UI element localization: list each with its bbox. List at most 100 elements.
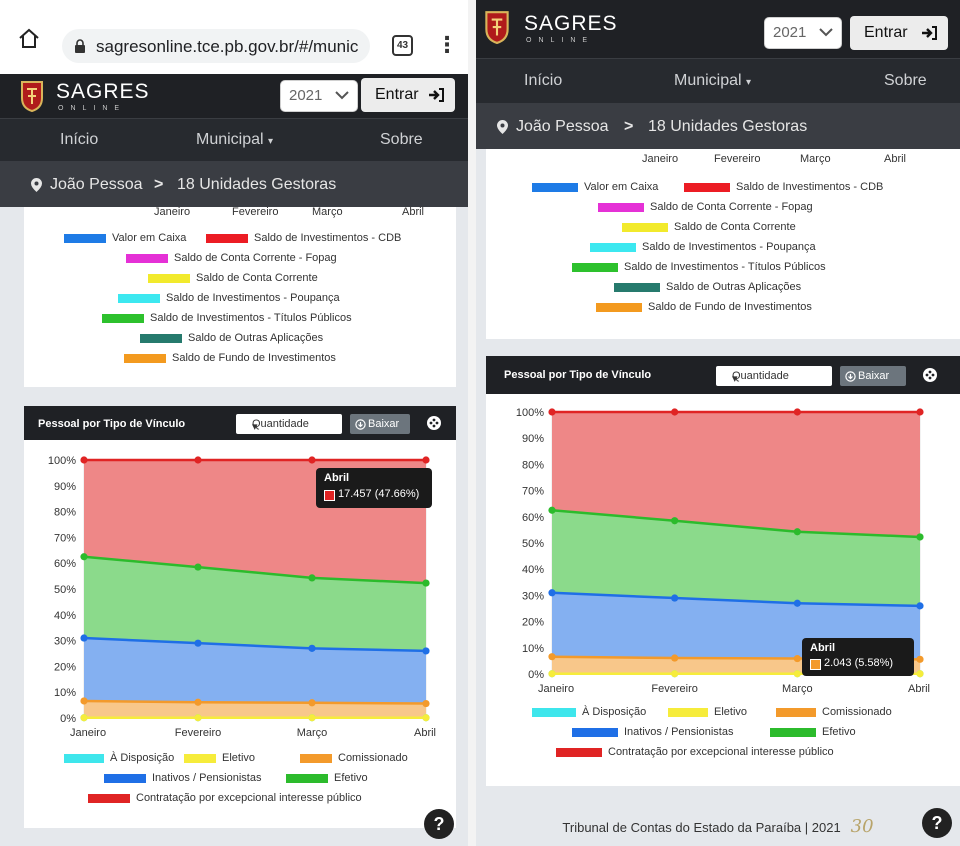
data-point[interactable] bbox=[194, 698, 202, 706]
data-point[interactable] bbox=[793, 599, 801, 607]
data-point[interactable] bbox=[671, 517, 679, 525]
menu-municipal[interactable]: Municipal ▾ bbox=[674, 72, 751, 90]
menu-inicio[interactable]: Início bbox=[60, 131, 98, 149]
legend-item[interactable]: Saldo de Investimentos - Poupança bbox=[590, 241, 816, 253]
data-point[interactable] bbox=[548, 589, 556, 597]
breadcrumb-municipality[interactable]: João Pessoa bbox=[516, 118, 609, 136]
data-point[interactable] bbox=[80, 697, 88, 705]
legend-item[interactable]: Efetivo bbox=[286, 772, 368, 784]
legend-item[interactable]: Saldo de Investimentos - Títulos Público… bbox=[102, 312, 352, 324]
legend-item[interactable]: Comissionado bbox=[300, 752, 408, 764]
browser-menu-icon[interactable]: ⋮ bbox=[436, 32, 458, 58]
legend-item[interactable]: Contratação por excepcional interesse pú… bbox=[88, 792, 362, 804]
login-button[interactable]: Entrar bbox=[850, 16, 948, 50]
data-point[interactable] bbox=[916, 670, 924, 678]
data-point[interactable] bbox=[308, 456, 316, 464]
data-point[interactable] bbox=[548, 408, 556, 416]
download-button[interactable]: Baixar bbox=[840, 366, 906, 386]
data-point[interactable] bbox=[80, 714, 88, 722]
data-point[interactable] bbox=[194, 456, 202, 464]
pessoal-metric-select[interactable]: Quantidade ▾ bbox=[236, 414, 342, 434]
menu-inicio[interactable]: Início bbox=[524, 72, 562, 90]
legend-label: Saldo de Conta Corrente - Fopag bbox=[650, 201, 813, 213]
legend-item[interactable]: À Disposição bbox=[64, 752, 174, 764]
tabs-count-button[interactable]: 43 bbox=[392, 35, 413, 56]
data-point[interactable] bbox=[194, 639, 202, 647]
brand-name[interactable]: SAGRES bbox=[524, 12, 618, 36]
data-point[interactable] bbox=[671, 654, 679, 662]
legend-item[interactable]: Eletivo bbox=[184, 752, 255, 764]
data-point[interactable] bbox=[422, 647, 430, 655]
legend-item[interactable]: Saldo de Outras Aplicações bbox=[614, 281, 801, 293]
data-point[interactable] bbox=[916, 655, 924, 663]
data-point[interactable] bbox=[308, 574, 316, 582]
year-select[interactable]: 2021 bbox=[280, 80, 358, 112]
data-point[interactable] bbox=[916, 408, 924, 416]
legend-item[interactable]: Valor em Caixa bbox=[532, 181, 658, 193]
data-point[interactable] bbox=[422, 456, 430, 464]
data-point[interactable] bbox=[548, 670, 556, 678]
brand-name[interactable]: SAGRES bbox=[56, 80, 150, 104]
legend-item[interactable]: Saldo de Conta Corrente - Fopag bbox=[126, 252, 337, 264]
legend-swatch bbox=[140, 334, 182, 343]
legend-item[interactable]: Saldo de Fundo de Investimentos bbox=[596, 301, 812, 313]
home-icon[interactable] bbox=[18, 27, 40, 49]
data-point[interactable] bbox=[422, 579, 430, 587]
data-point[interactable] bbox=[793, 670, 801, 678]
data-point[interactable] bbox=[548, 653, 556, 661]
legend-item[interactable]: Saldo de Investimentos - Poupança bbox=[118, 292, 340, 304]
data-point[interactable] bbox=[916, 533, 924, 541]
year-select[interactable]: 2021 bbox=[764, 17, 842, 49]
breadcrumb-municipality[interactable]: João Pessoa bbox=[50, 176, 143, 194]
data-point[interactable] bbox=[194, 563, 202, 571]
legend-item[interactable]: Valor em Caixa bbox=[64, 232, 186, 244]
url-field[interactable]: sagresonline.tce.pb.gov.br/#/munic bbox=[62, 29, 370, 63]
data-point[interactable] bbox=[80, 634, 88, 642]
data-point[interactable] bbox=[671, 594, 679, 602]
legend-item[interactable]: Saldo de Conta Corrente bbox=[148, 272, 318, 284]
legend-item[interactable]: Contratação por excepcional interesse pú… bbox=[556, 746, 834, 758]
legend-item[interactable]: Efetivo bbox=[770, 726, 856, 738]
data-point[interactable] bbox=[308, 714, 316, 722]
legend-item[interactable]: À Disposição bbox=[532, 706, 646, 718]
data-point[interactable] bbox=[548, 506, 556, 514]
legend-item[interactable]: Saldo de Investimentos - CDB bbox=[684, 181, 883, 193]
legend-item[interactable]: Saldo de Conta Corrente - Fopag bbox=[598, 201, 813, 213]
data-point[interactable] bbox=[916, 602, 924, 610]
data-point[interactable] bbox=[422, 699, 430, 708]
data-point[interactable] bbox=[80, 456, 88, 464]
data-point[interactable] bbox=[194, 714, 202, 722]
data-point[interactable] bbox=[308, 644, 316, 652]
legend-item[interactable]: Saldo de Outras Aplicações bbox=[140, 332, 323, 344]
legend-item[interactable]: Eletivo bbox=[668, 706, 747, 718]
login-button[interactable]: Entrar bbox=[361, 78, 455, 112]
pessoal-metric-select[interactable]: Quantidade ▾ bbox=[716, 366, 832, 386]
data-point[interactable] bbox=[793, 528, 801, 536]
legend-item[interactable]: Comissionado bbox=[776, 706, 892, 718]
chart-options-icon[interactable] bbox=[922, 367, 938, 383]
download-button[interactable]: Baixar bbox=[350, 414, 410, 434]
menu-municipal[interactable]: Municipal ▾ bbox=[196, 131, 273, 149]
data-point[interactable] bbox=[308, 699, 316, 707]
legend-item[interactable]: Saldo de Fundo de Investimentos bbox=[124, 352, 336, 364]
top-navbar: SAGRES ONLINE 2021 Entrar bbox=[476, 0, 960, 58]
data-point[interactable] bbox=[671, 408, 679, 416]
menu-sobre[interactable]: Sobre bbox=[380, 131, 423, 149]
legend-item[interactable]: Saldo de Conta Corrente bbox=[622, 221, 796, 233]
menu-sobre[interactable]: Sobre bbox=[884, 72, 927, 90]
legend-item[interactable]: Inativos / Pensionistas bbox=[104, 772, 261, 784]
legend-item[interactable]: Saldo de Investimentos - CDB bbox=[206, 232, 401, 244]
legend-item[interactable]: Inativos / Pensionistas bbox=[572, 726, 733, 738]
help-button[interactable]: ? bbox=[424, 809, 454, 839]
data-point[interactable] bbox=[793, 408, 801, 416]
data-point[interactable] bbox=[80, 553, 88, 561]
chart-options-icon[interactable] bbox=[426, 415, 442, 431]
data-point[interactable] bbox=[422, 714, 430, 722]
help-button[interactable]: ? bbox=[922, 808, 952, 838]
y-tick-label: 10% bbox=[522, 643, 544, 655]
breadcrumb-units[interactable]: 18 Unidades Gestoras bbox=[177, 176, 336, 194]
breadcrumb-units[interactable]: 18 Unidades Gestoras bbox=[648, 118, 807, 136]
data-point[interactable] bbox=[671, 670, 679, 678]
data-point[interactable] bbox=[793, 654, 801, 663]
legend-item[interactable]: Saldo de Investimentos - Títulos Público… bbox=[572, 261, 826, 273]
